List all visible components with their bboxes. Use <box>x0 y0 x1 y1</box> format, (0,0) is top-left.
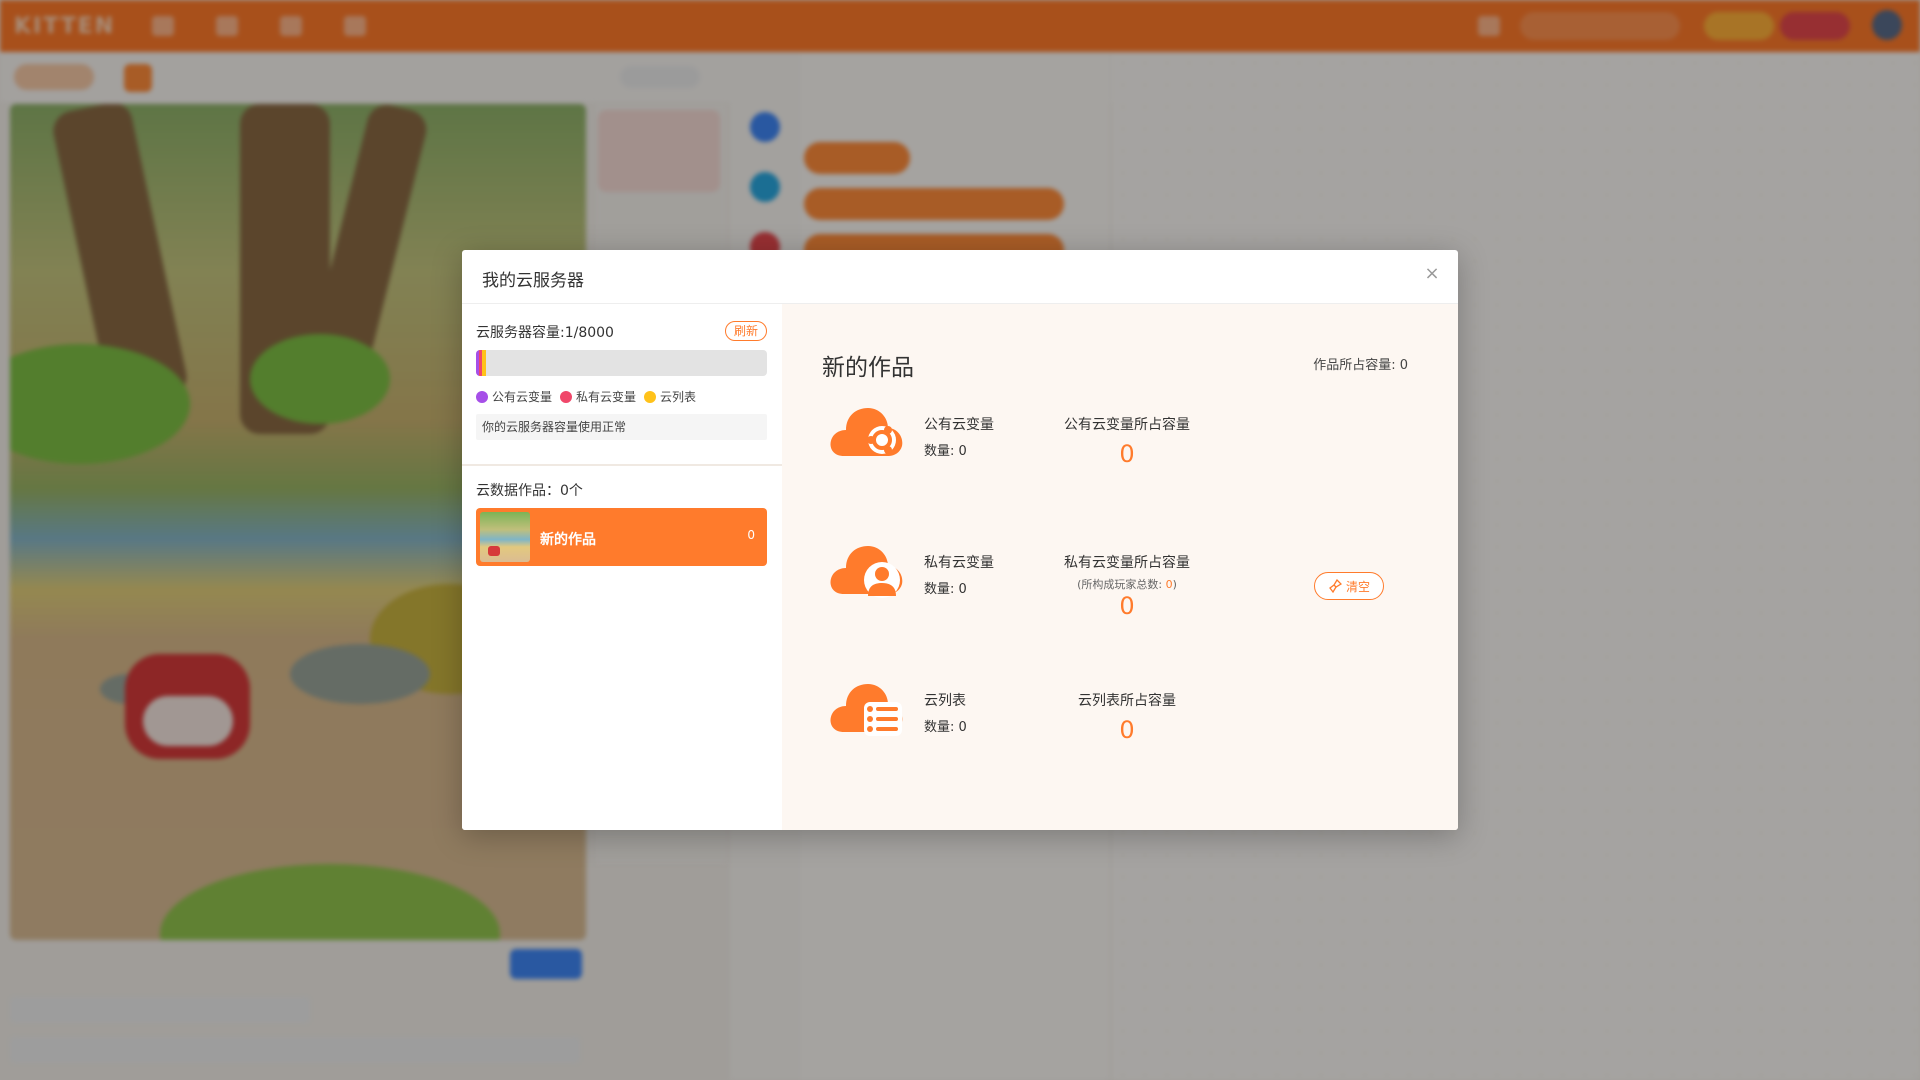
close-icon[interactable]: × <box>1420 262 1444 286</box>
cloud-work-item[interactable]: 新的作品 0 <box>476 508 767 566</box>
clear-label: 清空 <box>1345 579 1370 594</box>
public-var-row: 公有云变量 数量: 0 公有云变量所占容量 0 <box>782 400 1458 490</box>
capacity-label: 云服务器容量:1/8000 <box>476 325 614 341</box>
capacity-legend: 公有云变量 私有云变量 云列表 <box>476 388 696 405</box>
row-name: 私有云变量 <box>924 555 994 571</box>
server-summary-panel: 云服务器容量:1/8000 刷新 公有云变量 私有云变量 云列表 你的云服务器容… <box>462 304 782 830</box>
row-count: 数量: 0 <box>924 582 967 597</box>
purple-dot-icon <box>476 390 488 403</box>
broom-icon <box>1329 579 1342 593</box>
cloud-list-segment <box>482 350 486 376</box>
refresh-button[interactable]: 刷新 <box>725 321 767 341</box>
row-name: 公有云变量 <box>924 417 994 433</box>
row-capacity-value: 0 <box>1119 716 1135 744</box>
modal-title: 我的云服务器 <box>482 271 584 291</box>
row-capacity-label: 云列表所占容量 <box>1078 693 1176 709</box>
work-detail-panel: 新的作品 作品所占容量: 0 公有云变量 数量: 0 公有云变量所占容量 0 私… <box>782 304 1458 830</box>
cloud-works-label: 云数据作品：0个 <box>476 483 583 499</box>
legend-public-var: 公有云变量 <box>476 388 552 405</box>
cloud-list-icon <box>830 684 903 736</box>
row-capacity-label: 公有云变量所占容量 <box>1064 417 1190 433</box>
red-dot-icon <box>560 390 573 403</box>
modal-header: 我的云服务器 × <box>462 250 1458 304</box>
yellow-dot-icon <box>644 390 657 403</box>
legend-label: 私有云变量 <box>576 390 637 404</box>
private-var-row: 私有云变量 数量: 0 私有云变量所占容量 (所构成玩家总数: 0) 0 清空 <box>782 538 1458 628</box>
work-thumbnail <box>480 512 530 562</box>
work-count: 0 <box>747 528 755 542</box>
row-count: 数量: 0 <box>924 720 967 735</box>
divider <box>462 464 782 466</box>
player-total-value: 0 <box>1165 578 1173 591</box>
row-count: 数量: 0 <box>924 444 967 459</box>
legend-cloud-list: 云列表 <box>644 388 696 405</box>
legend-label: 云列表 <box>660 390 697 404</box>
capacity-bar <box>476 350 767 376</box>
cloud-list-row: 云列表 数量: 0 云列表所占容量 0 <box>782 676 1458 766</box>
cloud-user-icon <box>830 546 903 598</box>
row-capacity-value: 0 <box>1119 592 1135 620</box>
row-capacity-value: 0 <box>1119 440 1135 468</box>
legend-label: 公有云变量 <box>492 390 553 404</box>
cloud-server-modal: 我的云服务器 × 云服务器容量:1/8000 刷新 公有云变量 私有云变量 云列… <box>462 250 1458 830</box>
work-name: 新的作品 <box>540 532 596 548</box>
row-capacity-label: 私有云变量所占容量 <box>1064 555 1190 571</box>
legend-private-var: 私有云变量 <box>560 388 636 405</box>
player-total-note: (所构成玩家总数: 0) <box>1077 578 1177 591</box>
work-size: 作品所占容量: 0 <box>1313 358 1408 373</box>
clear-button[interactable]: 清空 <box>1314 572 1384 600</box>
row-name: 云列表 <box>924 693 966 709</box>
capacity-status: 你的云服务器容量使用正常 <box>476 414 767 440</box>
work-title: 新的作品 <box>822 355 914 381</box>
cloud-share-icon <box>830 408 903 456</box>
